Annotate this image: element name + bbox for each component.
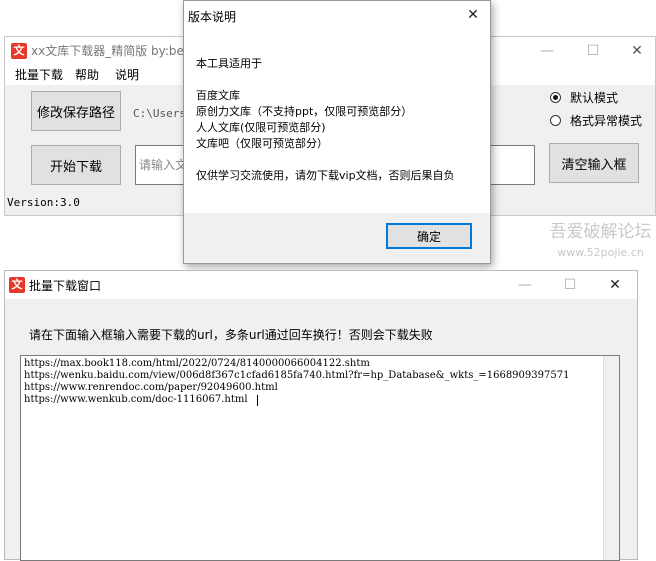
batch-window-title: 批量下载窗口	[29, 279, 102, 293]
batch-instruction: 请在下面输入框输入需要下载的url，多条url通过回车换行！否则会下载失败	[29, 328, 433, 342]
about-line-book118: 原创力文库（不支持ppt，仅限可预览部分）	[196, 105, 413, 118]
about-line-renren: 人人文库(仅限可预览部分)	[196, 121, 326, 134]
about-dialog-titlebar[interactable]: 版本说明 ✕	[184, 1, 490, 29]
watermark-title: 吾爱破解论坛	[549, 222, 652, 242]
change-save-path-button[interactable]: 修改保存路径	[31, 91, 121, 131]
app-icon: 文	[9, 277, 25, 293]
radio-default-mode-label: 默认模式	[570, 91, 619, 105]
window-title: xx文库下载器_精简版 by:be	[31, 44, 184, 58]
minimize-icon[interactable]: —	[505, 271, 545, 299]
menu-batch-download[interactable]: 批量下载	[9, 65, 69, 85]
about-line-baidu: 百度文库	[196, 89, 240, 102]
watermark: 吾爱破解论坛 www.52pojie.cn	[545, 222, 656, 260]
maximize-icon[interactable]: ☐	[573, 37, 613, 65]
url-line: https://max.book118.com/html/2022/0724/8…	[24, 358, 370, 369]
close-icon[interactable]: ✕	[617, 37, 656, 65]
version-label: Version:3.0	[7, 196, 80, 209]
url-line: https://www.renrendoc.com/paper/92049600…	[24, 382, 278, 393]
menu-help[interactable]: 帮助	[69, 65, 105, 85]
about-line-wenkub: 文库吧（仅限可预览部分）	[196, 137, 328, 150]
url-line: https://wenku.baidu.com/view/006d8f367c1…	[24, 370, 570, 381]
radio-default-mode[interactable]	[550, 92, 561, 103]
url-list-textarea[interactable]: https://max.book118.com/html/2022/0724/8…	[20, 355, 620, 561]
clear-input-button[interactable]: 清空输入框	[549, 143, 639, 183]
batch-titlebar[interactable]: 文 批量下载窗口 — ☐ ✕	[5, 271, 637, 299]
close-icon[interactable]: ✕	[456, 1, 490, 29]
radio-format-error-mode[interactable]	[550, 115, 561, 126]
about-dialog-title: 版本说明	[188, 10, 237, 24]
watermark-url: www.52pojie.cn	[557, 246, 644, 259]
batch-download-window: 文 批量下载窗口 — ☐ ✕ 请在下面输入框输入需要下载的url，多条url通过…	[4, 270, 638, 561]
maximize-icon[interactable]: ☐	[550, 271, 590, 299]
vertical-scrollbar[interactable]	[603, 356, 619, 560]
start-download-button[interactable]: 开始下载	[31, 145, 121, 185]
minimize-icon[interactable]: —	[527, 37, 567, 65]
text-cursor	[257, 395, 258, 406]
save-path-value: C:\Users	[133, 107, 186, 120]
ok-button[interactable]: 确定	[386, 223, 472, 249]
radio-format-error-mode-label: 格式异常模式	[570, 114, 643, 128]
about-dialog: 版本说明 ✕ 本工具适用于 百度文库 原创力文库（不支持ppt，仅限可预览部分）…	[183, 0, 491, 264]
close-icon[interactable]: ✕	[595, 271, 635, 299]
app-icon: 文	[11, 43, 27, 59]
about-dialog-content: 本工具适用于 百度文库 原创力文库（不支持ppt，仅限可预览部分） 人人文库(仅…	[184, 29, 490, 213]
about-line-applies: 本工具适用于	[196, 57, 262, 70]
menu-instructions[interactable]: 说明	[109, 65, 145, 85]
about-line-disclaimer: 仅供学习交流使用，请勿下载vip文档，否则后果自负	[196, 169, 455, 182]
url-line: https://www.wenkub.com/doc-1116067.html	[24, 394, 248, 405]
